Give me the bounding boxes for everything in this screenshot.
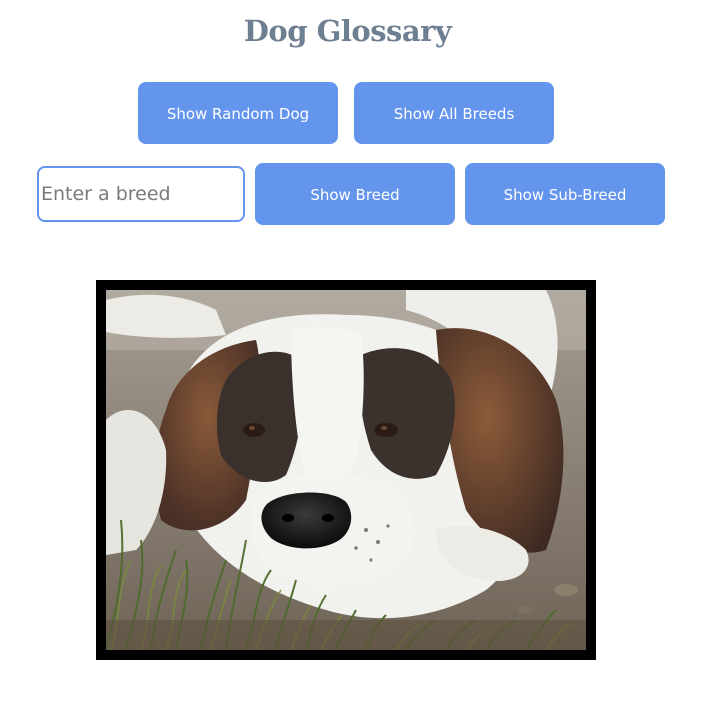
dog-image-frame [96,280,596,660]
show-random-dog-button[interactable]: Show Random Dog [138,82,338,144]
show-all-breeds-button[interactable]: Show All Breeds [354,82,554,144]
breed-input[interactable] [37,166,245,222]
page-title: Dog Glossary [243,14,452,48]
dog-photo [106,290,586,650]
show-sub-breed-button[interactable]: Show Sub-Breed [465,163,665,225]
dog-illustration [106,290,586,650]
show-breed-button[interactable]: Show Breed [255,163,455,225]
